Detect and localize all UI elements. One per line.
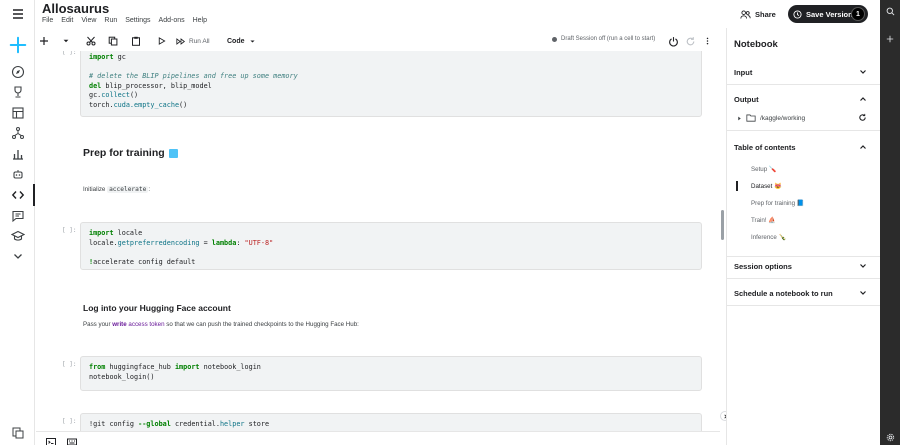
cell-prompt: [ ]:: [62, 227, 77, 234]
toc-item-setup[interactable]: Setup 🪛: [751, 165, 777, 173]
run-all-label: Run All: [189, 37, 210, 45]
copy-icon[interactable]: [108, 34, 118, 48]
toc-item-prep-for-training[interactable]: Prep for training 📘: [751, 199, 804, 207]
output-refresh-icon[interactable]: [858, 113, 867, 122]
cell-type-value: Code: [227, 37, 245, 45]
chevron-down-icon: [860, 70, 866, 74]
restart-icon[interactable]: [684, 34, 696, 48]
share-people-icon: [740, 10, 751, 19]
access-token-link[interactable]: access token: [127, 321, 164, 328]
status-dot: [552, 36, 557, 42]
expand-triangle-icon: [738, 116, 741, 120]
panel-section-session-options[interactable]: Session options: [727, 253, 881, 279]
settings-gear-icon[interactable]: [883, 430, 897, 444]
markdown-heading-login: Log into your Hugging Face account: [83, 303, 231, 313]
hamburger-menu-icon[interactable]: [8, 4, 28, 24]
right-dark-strip: [880, 0, 900, 445]
run-all-button[interactable]: Run All: [176, 34, 216, 48]
discussions-chat-icon[interactable]: [8, 206, 28, 226]
left-nav-rail: [0, 0, 35, 445]
markdown-heading-prep: Prep for training: [83, 147, 178, 159]
share-label: Share: [755, 10, 776, 19]
chevron-down-icon: [860, 291, 866, 295]
menu-run[interactable]: Run: [104, 17, 117, 24]
more-chevron-down-icon[interactable]: [8, 246, 28, 266]
toc-item-train[interactable]: Train! ⛵: [751, 216, 776, 224]
datasets-table-icon[interactable]: [8, 103, 28, 123]
notebook-editor: [ ]: import gc # delete the BLIP pipelin…: [36, 51, 720, 431]
power-icon[interactable]: [667, 34, 679, 48]
menu-edit[interactable]: Edit: [61, 17, 73, 24]
cell-type-caret-icon: [249, 39, 255, 43]
games-robot-icon[interactable]: [8, 164, 28, 184]
add-plus-icon[interactable]: [883, 32, 897, 46]
copy-pages-icon[interactable]: [8, 423, 28, 443]
save-version-button[interactable]: Save Version 1: [788, 5, 868, 23]
write-link[interactable]: write: [112, 321, 126, 328]
explore-compass-icon[interactable]: [8, 62, 28, 82]
save-version-count-badge[interactable]: 1: [851, 7, 865, 21]
save-version-label: Save Version: [806, 9, 853, 19]
console-terminal-icon[interactable]: [46, 434, 56, 445]
benchmarks-bar-chart-icon[interactable]: [8, 144, 28, 164]
menu-help[interactable]: Help: [193, 17, 207, 24]
blue-book-icon: [168, 148, 178, 158]
menu-view[interactable]: View: [81, 17, 96, 24]
notebook-title[interactable]: Allosaurus: [42, 1, 109, 16]
chevron-up-icon: [860, 97, 866, 101]
rail-active-indicator: [33, 184, 35, 206]
code-cell[interactable]: from huggingface_hub import notebook_log…: [80, 356, 702, 391]
search-icon[interactable]: [883, 4, 897, 18]
run-all-icon: [176, 37, 186, 45]
learn-graduation-cap-icon[interactable]: [8, 226, 28, 246]
output-folder-row[interactable]: /kaggle/working: [737, 114, 805, 122]
folder-icon: [746, 114, 756, 122]
toc-item-dataset[interactable]: Dataset 😻: [751, 182, 782, 190]
menu-settings[interactable]: Settings: [125, 17, 150, 24]
panel-section-schedule[interactable]: Schedule a notebook to run: [727, 280, 881, 306]
share-button[interactable]: Share: [740, 7, 776, 22]
panel-section-input[interactable]: Input: [727, 59, 881, 85]
session-status: Draft Session off (run a cell to start): [552, 36, 655, 42]
markdown-paragraph-login: Pass your write access token so that we …: [83, 321, 359, 328]
models-network-icon[interactable]: [8, 123, 28, 143]
notebook-side-panel: Notebook Input Output /kaggle/working Ta…: [726, 28, 881, 445]
menu-add-ons[interactable]: Add-ons: [159, 17, 185, 24]
markdown-paragraph-init: Initialize accelerate:: [83, 186, 151, 193]
competitions-trophy-icon[interactable]: [8, 82, 28, 102]
save-version-icon: [793, 9, 802, 19]
cut-scissors-icon[interactable]: [86, 34, 96, 48]
menu-file[interactable]: File: [42, 17, 53, 24]
panel-section-output[interactable]: Output: [727, 86, 881, 131]
code-cell[interactable]: import locale locale.getpreferredencodin…: [80, 222, 702, 270]
code-brackets-icon[interactable]: [8, 185, 28, 205]
toc-active-indicator: [736, 181, 738, 191]
chevron-down-icon: [860, 264, 866, 268]
toc-item-inference[interactable]: Inference 🍾: [751, 233, 786, 241]
keyboard-shortcuts-icon[interactable]: [67, 434, 77, 445]
cell-prompt: [ ]:: [62, 51, 77, 56]
code-cell[interactable]: import gc # delete the BLIP pipelines an…: [80, 51, 702, 117]
code-cell[interactable]: !git config --global credential.helper s…: [80, 413, 702, 431]
session-status-text: Draft Session off (run a cell to start): [561, 36, 656, 42]
create-new-plus-icon[interactable]: [7, 34, 29, 56]
add-cell-dropdown-icon[interactable]: [62, 34, 70, 48]
cell-prompt: [ ]:: [62, 361, 77, 368]
chevron-up-icon: [860, 145, 866, 149]
bottom-bar: [36, 431, 720, 445]
add-cell-plus-icon[interactable]: [39, 34, 49, 48]
notebook-scrollbar-thumb[interactable]: [721, 210, 724, 240]
paste-clipboard-icon[interactable]: [131, 34, 141, 48]
run-cell-play-icon[interactable]: [157, 34, 166, 48]
cell-prompt: [ ]:: [62, 418, 77, 425]
menu-bar: File Edit View Run Settings Add-ons Help: [42, 17, 215, 24]
more-options-vertical-icon[interactable]: [703, 34, 711, 48]
panel-title: Notebook: [734, 39, 778, 50]
cell-type-select[interactable]: Code: [227, 34, 257, 48]
